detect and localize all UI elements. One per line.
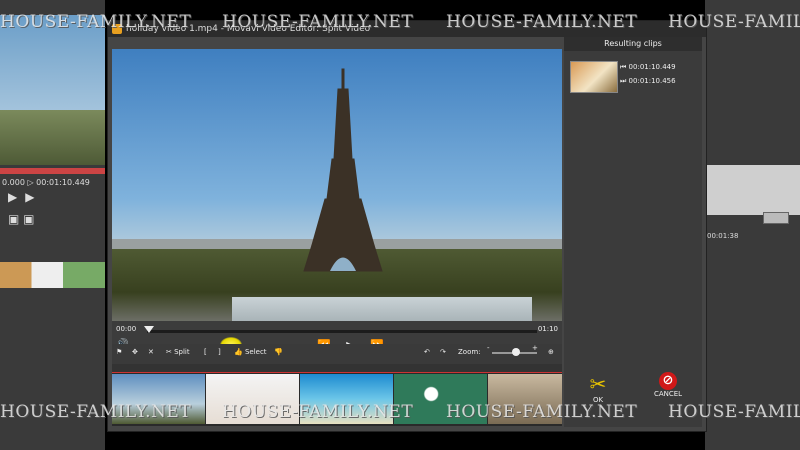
zoom-fit-icon[interactable]: ⊕ [548,348,554,356]
eiffel-tower-image [303,68,383,272]
edit-toolbar: ⚑ ✥ ✕ ✂ Split [ ] 👍 Select 👎 ↶ ↷ Zoom: -… [112,344,562,364]
watermark: HOUSE-FAMILY.NET [446,402,638,422]
seek-bar[interactable] [144,326,537,333]
select-button[interactable]: 👍 Select [234,348,267,356]
timeline-ruler [112,364,562,373]
background-app-left: 0.000 ▷ 00:01:10.449 ▶▶ ▣ ▣ [0,0,105,450]
background-app-right: 00:01:38 [705,0,800,450]
clip-time: 00:01:10.449 [628,63,676,71]
deselect-icon[interactable]: 👎 [274,348,283,356]
split-video-dialog: holiday video 1.mp4 - Movavi Video Edito… [107,20,707,432]
watermark: HOUSE-FAMILY.NET [0,12,192,32]
background-time: 0.000 ▷ 00:01:10.449 [2,178,90,187]
cancel-label: CANCEL [653,390,683,398]
cancel-icon: ⊘ [659,372,677,390]
split-button[interactable]: ✂ Split [166,348,190,356]
time-end: 01:10 [537,325,558,333]
watermark: HOUSE-FAMILY.NET [446,12,638,32]
background-filmstrip [0,262,105,288]
background-tool-icons: ▣ ▣ [8,212,35,226]
undo-icon[interactable]: ↶ [424,348,430,356]
mark-in-button[interactable]: [ [204,348,207,356]
zoom-minus[interactable]: - [487,344,490,352]
move-icon[interactable]: ✥ [132,348,138,356]
background-timebar [0,168,105,174]
zoom-handle[interactable] [512,348,520,356]
cancel-button[interactable]: ⊘ CANCEL [638,372,698,398]
background-right-time: 00:01:38 [707,232,739,240]
zoom-plus[interactable]: + [532,344,538,352]
marker-icon[interactable]: ⚑ [116,348,122,356]
watermark: HOUSE-FAMILY.NET [222,12,414,32]
split-label: Split [174,348,190,356]
clip-row[interactable]: ⏭ 00:01:10.456 [620,77,676,86]
time-start: 00:00 [116,325,137,333]
delete-icon[interactable]: ✕ [148,348,154,356]
ok-button[interactable]: ✂ OK [568,372,628,404]
background-view-buttons [763,212,789,224]
resulting-clips-panel: Resulting clips ⏮ 00:01:10.449 ⏭ 00:01:1… [564,37,702,427]
watermark: HOUSE-FAMILY.NET [222,402,414,422]
redo-icon[interactable]: ↷ [440,348,446,356]
panel-header: Resulting clips [564,37,702,51]
clip-end-icon: ⏭ [620,77,627,85]
background-playback-controls: ▶▶ [8,190,43,204]
clip-time: 00:01:10.456 [628,77,676,85]
seek-handle[interactable] [144,326,154,333]
clip-row[interactable]: ⏮ 00:01:10.449 [620,63,676,72]
scissors-icon: ✂ [589,372,607,396]
clip-start-icon: ⏮ [620,63,627,71]
zoom-label: Zoom: [458,348,481,356]
clip-thumbnail[interactable] [570,61,618,93]
mark-out-button[interactable]: ] [218,348,221,356]
watermark: HOUSE-FAMILY.NET [0,402,192,422]
watermark: HOUSE-FAMILY.NET [668,402,800,422]
video-preview[interactable] [112,49,562,321]
select-label: Select [244,348,267,356]
watermark: HOUSE-FAMILY.NET [668,12,800,32]
